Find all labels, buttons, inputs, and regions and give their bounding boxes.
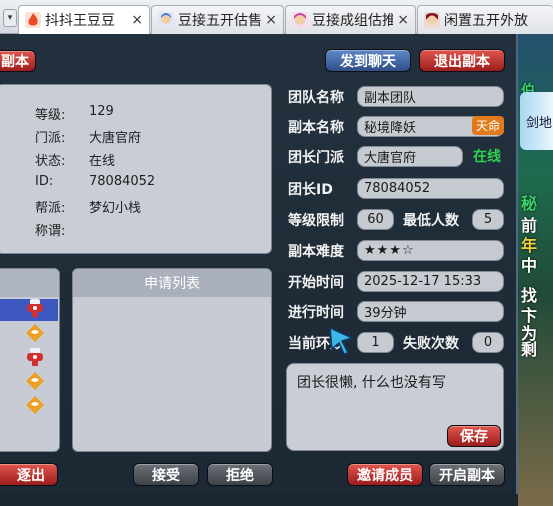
- leader-id-label: 团长ID: [288, 182, 333, 198]
- character-icon: [158, 12, 174, 28]
- leader-mark-icon: [25, 347, 45, 367]
- exit-dungeon-button[interactable]: 退出副本: [419, 49, 505, 72]
- faction-mark-icon: [25, 323, 45, 343]
- tab-3-close-icon[interactable]: ×: [397, 12, 409, 28]
- player-faction-label: 门派:: [35, 131, 66, 146]
- dungeon-name-label: 副本名称: [288, 120, 344, 136]
- min-people-field[interactable]: 5: [472, 209, 504, 230]
- character-icon: [424, 12, 440, 28]
- min-people-label: 最低人数: [403, 213, 459, 229]
- leader-faction-label: 团长门派: [288, 150, 344, 166]
- difficulty-stars: ★★★☆: [357, 240, 504, 261]
- mouse-cursor-icon: [328, 326, 358, 356]
- tab-1-title: 抖抖王豆豆: [45, 13, 115, 29]
- accept-application-button[interactable]: 接受: [133, 463, 199, 486]
- member-list-header: [0, 269, 59, 297]
- player-id-label: ID:: [35, 174, 54, 189]
- tab-1[interactable]: 抖抖王豆豆 ×: [18, 5, 150, 34]
- leader-message-text: 团长很懒, 什么也没有写: [297, 375, 446, 391]
- tab-dropdown-button[interactable]: ▾: [3, 9, 17, 27]
- leader-faction-field: 大唐官府: [357, 146, 463, 167]
- application-list-header: 申请列表: [73, 269, 271, 297]
- player-id-value: 78084052: [89, 174, 156, 189]
- kick-member-button[interactable]: 逐出: [0, 463, 58, 486]
- dialog-bottom-gap: [0, 494, 518, 506]
- faction-mark-icon: [25, 371, 45, 391]
- start-time-field: 2025-12-17 15:33: [357, 271, 504, 292]
- scene-text-line: 秘: [521, 194, 538, 213]
- player-level-value: 129: [89, 104, 114, 119]
- leader-id-field: 78084052: [357, 178, 504, 199]
- tab-1-close-icon[interactable]: ×: [131, 12, 143, 28]
- leader-mark-icon: [25, 298, 45, 318]
- tab-2[interactable]: 豆接五开估售 ×: [151, 5, 284, 34]
- player-level-label: 等级:: [35, 108, 66, 123]
- tab-4-title: 闲置五开外放: [444, 13, 528, 29]
- difficulty-label: 副本难度: [288, 244, 344, 260]
- scene-text-line: 剩: [521, 340, 538, 359]
- faction-mark-icon: [25, 395, 45, 415]
- player-status-value: 在线: [89, 154, 116, 169]
- send-to-chat-button[interactable]: 发到聊天: [325, 49, 411, 72]
- player-guild-value: 梦幻小栈: [89, 201, 142, 216]
- scene-location-scroll[interactable]: 剑地: [520, 92, 553, 150]
- start-dungeon-button[interactable]: 开启副本: [429, 463, 505, 486]
- tab-3-title: 豆接成组估推: [312, 13, 394, 29]
- level-limit-label: 等级限制: [288, 213, 344, 229]
- player-title-label: 称谓:: [35, 224, 66, 239]
- tab-4[interactable]: 闲置五开外放: [417, 5, 553, 34]
- reject-application-button[interactable]: 拒绝: [207, 463, 273, 486]
- flame-icon: [25, 12, 41, 28]
- save-message-button[interactable]: 保存: [447, 425, 501, 447]
- team-name-field[interactable]: 副本团队: [357, 86, 504, 107]
- team-name-label: 团队名称: [288, 90, 344, 106]
- invite-members-button[interactable]: 邀请成员: [347, 463, 423, 486]
- current-ring-field: 1: [357, 332, 394, 353]
- level-limit-field[interactable]: 60: [357, 209, 394, 230]
- browser-tab-bar: ▾ 抖抖王豆豆 × 豆接五开估售 × 豆接成组估推 × 闲置五开外放: [0, 0, 553, 34]
- player-faction-value: 大唐官府: [89, 131, 142, 146]
- fail-count-field: 0: [472, 332, 504, 353]
- fail-count-label: 失败次数: [403, 336, 459, 352]
- tab-2-close-icon[interactable]: ×: [265, 12, 277, 28]
- duration-label: 进行时间: [288, 305, 344, 321]
- tab-3[interactable]: 豆接成组估推 ×: [285, 5, 416, 34]
- scene-text-line: 中: [521, 256, 538, 275]
- start-time-label: 开始时间: [288, 275, 344, 291]
- dialog-title-fragment[interactable]: 副本: [0, 50, 36, 72]
- leader-online-status: 在线: [473, 149, 501, 165]
- application-list-panel[interactable]: 申请列表: [72, 268, 272, 452]
- player-guild-label: 帮派:: [35, 201, 66, 216]
- player-status-label: 状态:: [35, 154, 66, 169]
- duration-field: 39分钟: [357, 301, 504, 322]
- character-icon: [292, 12, 308, 28]
- tab-2-title: 豆接五开估售: [178, 13, 262, 29]
- dungeon-type-badge: 天命: [472, 116, 504, 135]
